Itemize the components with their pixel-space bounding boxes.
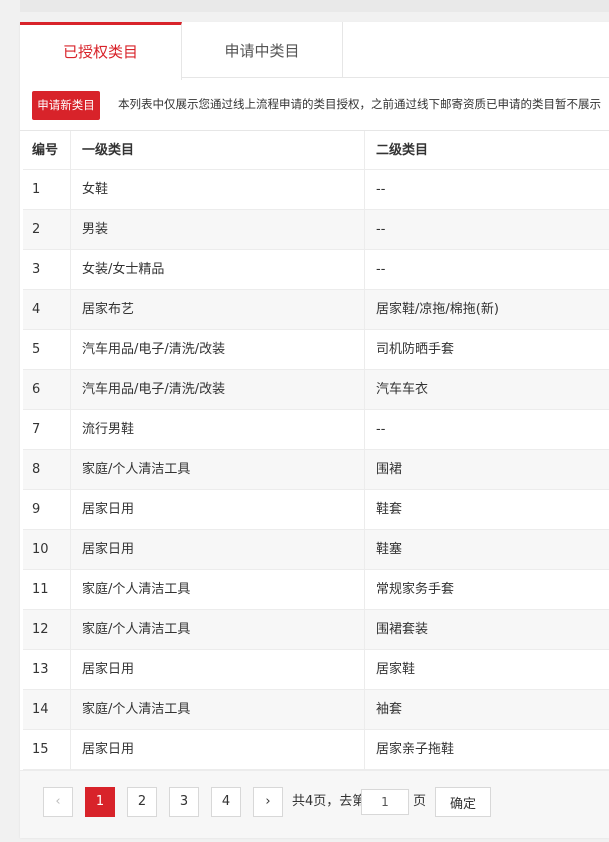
row-level2-category: 围裙套装 bbox=[376, 622, 429, 637]
table-row: 3 女装/女士精品 -- bbox=[23, 250, 609, 290]
row-level2-category: -- bbox=[376, 262, 386, 277]
row-level1-category: 居家日用 bbox=[72, 650, 365, 689]
table-row: 4 居家布艺 居家鞋/凉拖/棉拖(新) bbox=[23, 290, 609, 330]
row-level1-category: 居家日用 bbox=[72, 530, 365, 569]
row-level2-category: 司机防晒手套 bbox=[376, 342, 455, 357]
row-level1-category: 家庭/个人清洁工具 bbox=[72, 610, 365, 649]
table-row: 11 家庭/个人清洁工具 常规家务手套 bbox=[23, 570, 609, 610]
notice-text: 本列表中仅展示您通过线上流程申请的类目授权，之前通过线下邮寄资质已申请的类目暂不… bbox=[118, 97, 601, 111]
table-row: 2 男装 -- bbox=[23, 210, 609, 250]
table-header: 编号 一级类目 二级类目 bbox=[23, 131, 609, 170]
table-row: 7 流行男鞋 -- bbox=[23, 410, 609, 450]
row-level2-category: 常规家务手套 bbox=[376, 582, 455, 597]
notice-bar: 申请新类目 本列表中仅展示您通过线上流程申请的类目授权，之前通过线下邮寄资质已申… bbox=[20, 78, 609, 131]
row-number: 9 bbox=[23, 490, 71, 529]
tab-pending-categories[interactable]: 申请中类目 bbox=[182, 22, 343, 77]
tab-authorized-categories[interactable]: 已授权类目 bbox=[20, 22, 182, 80]
row-level2-category: 居家鞋 bbox=[376, 662, 416, 677]
table-row: 6 汽车用品/电子/清洗/改装 汽车车衣 bbox=[23, 370, 609, 410]
page-suffix-text: 页 bbox=[413, 794, 427, 809]
row-number: 12 bbox=[23, 610, 71, 649]
table-row: 10 居家日用 鞋塞 bbox=[23, 530, 609, 570]
tab-bar: 已授权类目 申请中类目 bbox=[20, 22, 609, 80]
next-page-button[interactable]: › bbox=[253, 787, 283, 817]
row-level1-category: 男装 bbox=[72, 210, 365, 249]
row-number: 14 bbox=[23, 690, 71, 729]
row-level1-category: 女装/女士精品 bbox=[72, 250, 365, 289]
row-level2-category: -- bbox=[376, 182, 386, 197]
column-header-number: 编号 bbox=[23, 131, 71, 169]
table-row: 5 汽车用品/电子/清洗/改装 司机防晒手套 bbox=[23, 330, 609, 370]
top-strip bbox=[20, 0, 609, 12]
row-level1-category: 居家日用 bbox=[72, 490, 365, 529]
table-row: 14 家庭/个人清洁工具 袖套 bbox=[23, 690, 609, 730]
category-panel: 已授权类目 申请中类目 申请新类目 本列表中仅展示您通过线上流程申请的类目授权，… bbox=[20, 22, 609, 838]
goto-page-input[interactable] bbox=[361, 789, 409, 815]
page-4-button[interactable]: 4 bbox=[211, 787, 241, 817]
row-level1-category: 居家日用 bbox=[72, 730, 365, 769]
pagination: ‹ 1 2 3 4 › 共4页，去第 页 确定 bbox=[20, 770, 609, 838]
row-level1-category: 女鞋 bbox=[72, 170, 365, 209]
table-row: 9 居家日用 鞋套 bbox=[23, 490, 609, 530]
row-number: 7 bbox=[23, 410, 71, 449]
row-number: 6 bbox=[23, 370, 71, 409]
prev-page-button[interactable]: ‹ bbox=[43, 787, 73, 817]
page-2-button[interactable]: 2 bbox=[127, 787, 157, 817]
total-pages-text: 共4页，去第 bbox=[292, 794, 366, 809]
row-level2-category: -- bbox=[376, 422, 386, 437]
row-level1-category: 家庭/个人清洁工具 bbox=[72, 690, 365, 729]
row-number: 5 bbox=[23, 330, 71, 369]
row-number: 15 bbox=[23, 730, 71, 769]
row-level2-category: 鞋塞 bbox=[376, 542, 403, 557]
row-level1-category: 汽车用品/电子/清洗/改装 bbox=[72, 370, 365, 409]
row-level2-category: 袖套 bbox=[376, 702, 403, 717]
row-level1-category: 流行男鞋 bbox=[72, 410, 365, 449]
row-level2-category: 鞋套 bbox=[376, 502, 403, 517]
row-number: 4 bbox=[23, 290, 71, 329]
table-row: 15 居家日用 居家亲子拖鞋 bbox=[23, 730, 609, 770]
row-number: 11 bbox=[23, 570, 71, 609]
row-level2-category: 居家鞋/凉拖/棉拖(新) bbox=[376, 302, 499, 317]
page-1-button[interactable]: 1 bbox=[85, 787, 115, 817]
row-level1-category: 汽车用品/电子/清洗/改装 bbox=[72, 330, 365, 369]
row-number: 2 bbox=[23, 210, 71, 249]
row-number: 10 bbox=[23, 530, 71, 569]
row-level1-category: 居家布艺 bbox=[72, 290, 365, 329]
confirm-goto-button[interactable]: 确定 bbox=[435, 787, 491, 817]
category-table: 编号 一级类目 二级类目 1 女鞋 -- 2 男装 -- 3 女装/女士精品 -- 4 居家布艺 居家… bbox=[23, 131, 609, 770]
row-level1-category: 家庭/个人清洁工具 bbox=[72, 570, 365, 609]
row-level2-category: 汽车车衣 bbox=[376, 382, 429, 397]
row-number: 13 bbox=[23, 650, 71, 689]
table-row: 12 家庭/个人清洁工具 围裙套装 bbox=[23, 610, 609, 650]
apply-new-category-button[interactable]: 申请新类目 bbox=[32, 91, 100, 120]
row-number: 3 bbox=[23, 250, 71, 289]
page-3-button[interactable]: 3 bbox=[169, 787, 199, 817]
column-header-level2: 二级类目 bbox=[376, 143, 429, 158]
row-level1-category: 家庭/个人清洁工具 bbox=[72, 450, 365, 489]
table-row: 8 家庭/个人清洁工具 围裙 bbox=[23, 450, 609, 490]
row-number: 8 bbox=[23, 450, 71, 489]
row-number: 1 bbox=[23, 170, 71, 209]
row-level2-category: 居家亲子拖鞋 bbox=[376, 742, 455, 757]
column-header-level1: 一级类目 bbox=[72, 131, 365, 169]
row-level2-category: 围裙 bbox=[376, 462, 403, 477]
table-row: 1 女鞋 -- bbox=[23, 170, 609, 210]
table-row: 13 居家日用 居家鞋 bbox=[23, 650, 609, 690]
row-level2-category: -- bbox=[376, 222, 386, 237]
